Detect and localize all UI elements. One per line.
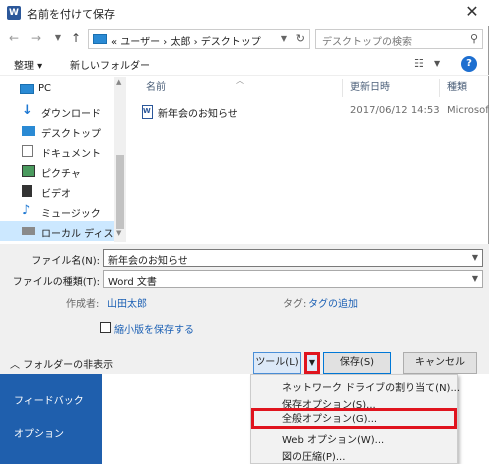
author-value[interactable]: 山田太郎 bbox=[107, 295, 147, 310]
column-date[interactable]: 更新日時 bbox=[350, 77, 390, 99]
save-form: ファイル名(N): 新年会のお知らせ ▼ ファイルの種類(T): Word 文書… bbox=[0, 244, 489, 374]
sort-ascending-icon: ︿ bbox=[236, 76, 244, 85]
close-icon[interactable]: ✕ bbox=[461, 1, 483, 23]
chevron-down-icon[interactable]: ▼ bbox=[434, 59, 440, 68]
nav-item-label: ピクチャ bbox=[41, 169, 81, 180]
download-arrow-icon: ↓ bbox=[22, 103, 33, 118]
search-input[interactable]: デスクトップの検索 ⚲ bbox=[315, 29, 483, 49]
column-divider[interactable] bbox=[342, 79, 343, 97]
backstage-feedback[interactable]: フィードバック bbox=[14, 392, 84, 407]
hide-folders-button[interactable]: ︿ フォルダーの非表示 bbox=[10, 356, 113, 371]
pc-icon bbox=[93, 34, 107, 44]
nav-item-label: ビデオ bbox=[41, 189, 71, 200]
music-note-icon: ♪ bbox=[22, 203, 31, 218]
tools-dropdown-chevron-icon[interactable]: ▼ bbox=[304, 352, 320, 374]
file-list: ︿ 名前 更新日時 種類 新年会のお知らせ 2017/06/12 14:53 M… bbox=[128, 76, 489, 242]
backstage-options[interactable]: オプション bbox=[14, 425, 64, 440]
file-row[interactable]: 新年会のお知らせ 2017/06/12 14:53 Microsoft bbox=[128, 103, 489, 121]
nav-item-pictures[interactable]: ピクチャ bbox=[0, 161, 114, 181]
tools-menu: ネットワーク ドライブの割り当て(N)... 保存オプション(S)... 全般オ… bbox=[250, 374, 460, 464]
word-document-icon bbox=[142, 105, 153, 119]
chevron-down-icon[interactable]: ▼ bbox=[281, 34, 287, 43]
scroll-thumb[interactable] bbox=[116, 155, 124, 229]
title-bar: W 名前を付けて保存 ✕ bbox=[0, 0, 489, 26]
word-app-icon: W bbox=[7, 6, 21, 20]
new-folder-button[interactable]: 新しいフォルダー bbox=[70, 57, 150, 72]
nav-item-documents[interactable]: ドキュメント bbox=[0, 141, 114, 161]
tag-add-link[interactable]: タグの追加 bbox=[308, 295, 358, 310]
file-type: Microsoft bbox=[447, 105, 489, 116]
view-options-icon[interactable]: ☷ bbox=[414, 57, 424, 70]
nav-scrollbar[interactable]: ▲ ▼ bbox=[114, 77, 126, 242]
filetype-select[interactable]: Word 文書 ▼ bbox=[103, 270, 483, 288]
save-thumbnail-checkbox[interactable] bbox=[100, 322, 111, 333]
menu-item-compress-pictures[interactable]: 図の圧縮(P)... bbox=[251, 446, 457, 463]
document-icon bbox=[22, 145, 33, 157]
refresh-icon[interactable]: ↻ bbox=[296, 32, 305, 45]
column-divider[interactable] bbox=[439, 79, 440, 97]
menu-item-web-options[interactable]: Web オプション(W)... bbox=[251, 429, 457, 446]
scroll-down-icon[interactable]: ▼ bbox=[116, 229, 121, 237]
nav-item-label: ダウンロード bbox=[41, 109, 101, 120]
tools-button[interactable]: ツール(L) bbox=[253, 352, 301, 374]
forward-arrow-icon[interactable]: → bbox=[28, 30, 44, 46]
monitor-icon bbox=[20, 84, 34, 94]
hide-folders-label: フォルダーの非表示 bbox=[23, 360, 114, 371]
search-placeholder: デスクトップの検索 bbox=[322, 37, 412, 48]
filename-label: ファイル名(N): bbox=[31, 256, 100, 267]
up-arrow-icon[interactable]: ↑ bbox=[68, 30, 84, 46]
nav-item-local-disk[interactable]: ローカル ディスク (C bbox=[0, 221, 126, 241]
column-name[interactable]: 名前 bbox=[146, 77, 166, 99]
save-thumbnail-label[interactable]: 縮小版を保存する bbox=[114, 321, 194, 336]
scroll-up-icon[interactable]: ▲ bbox=[116, 78, 121, 86]
save-button[interactable]: 保存(S) bbox=[323, 352, 391, 374]
save-as-dialog: W 名前を付けて保存 ✕ ← → ▼ ↑ « ユーザー › 太郎 › デスクトッ… bbox=[0, 0, 489, 374]
desktop-icon bbox=[22, 126, 35, 136]
chevron-up-icon: ︿ bbox=[10, 360, 24, 371]
nav-item-label: デスクトップ bbox=[41, 129, 101, 140]
nav-item-label: ドキュメント bbox=[41, 149, 101, 160]
pictures-icon bbox=[22, 165, 35, 177]
author-label: 作成者: bbox=[66, 299, 100, 310]
navigation-pane: PC ↓ ダウンロード デスクトップ ドキュメント ピクチャ ビデオ ♪ ミュー… bbox=[0, 77, 126, 242]
backstage-pane: フィードバック オプション bbox=[0, 374, 102, 464]
film-icon bbox=[22, 185, 32, 197]
nav-item-desktop[interactable]: デスクトップ bbox=[0, 121, 114, 141]
menu-item-map-network-drive[interactable]: ネットワーク ドライブの割り当て(N)... bbox=[251, 377, 460, 394]
back-arrow-icon[interactable]: ← bbox=[6, 30, 22, 46]
menu-item-label: ネットワーク ドライブの割り当て(N)... bbox=[282, 383, 460, 394]
help-icon[interactable]: ? bbox=[461, 56, 477, 72]
file-name: 新年会のお知らせ bbox=[158, 109, 238, 120]
nav-item-videos[interactable]: ビデオ bbox=[0, 181, 114, 201]
menu-item-general-options[interactable]: 全般オプション(G)... bbox=[251, 408, 457, 429]
nav-item-label: ミュージック bbox=[41, 209, 101, 220]
menu-item-label: 全般オプション(G)... bbox=[282, 414, 378, 425]
filename-field[interactable]: 新年会のお知らせ ▼ bbox=[103, 249, 483, 267]
chevron-down-icon[interactable]: ▼ bbox=[472, 274, 478, 283]
nav-item-pc[interactable]: PC bbox=[0, 79, 114, 99]
drive-icon bbox=[22, 227, 35, 235]
nav-item-label: PC bbox=[38, 83, 52, 94]
cancel-button[interactable]: キャンセル bbox=[403, 352, 477, 374]
filetype-value: Word 文書 bbox=[108, 277, 157, 288]
tag-label: タグ: bbox=[283, 299, 307, 310]
nav-item-music[interactable]: ♪ ミュージック bbox=[0, 201, 114, 221]
column-type[interactable]: 種類 bbox=[447, 77, 467, 99]
address-bar[interactable]: « ユーザー › 太郎 › デスクトップ ▼ ↻ bbox=[88, 29, 310, 49]
recent-locations-chevron-icon[interactable]: ▼ bbox=[50, 30, 66, 46]
filename-value: 新年会のお知らせ bbox=[108, 256, 188, 267]
menu-item-label: 図の圧縮(P)... bbox=[282, 452, 346, 463]
file-date: 2017/06/12 14:53 bbox=[350, 105, 440, 116]
breadcrumb[interactable]: « ユーザー › 太郎 › デスクトップ bbox=[111, 33, 261, 48]
organize-button[interactable]: 整理 ▾ bbox=[14, 57, 42, 72]
filetype-label: ファイルの種類(T): bbox=[12, 277, 100, 288]
search-icon[interactable]: ⚲ bbox=[470, 32, 478, 45]
window-title: 名前を付けて保存 bbox=[27, 8, 115, 21]
nav-item-downloads[interactable]: ↓ ダウンロード bbox=[0, 101, 114, 121]
menu-item-label: Web オプション(W)... bbox=[282, 435, 385, 446]
chevron-down-icon[interactable]: ▼ bbox=[472, 253, 478, 262]
command-bar: 整理 ▾ 新しいフォルダー ☷ ▼ ? bbox=[0, 52, 489, 76]
address-row: ← → ▼ ↑ « ユーザー › 太郎 › デスクトップ ▼ ↻ デスクトップの… bbox=[0, 26, 489, 52]
